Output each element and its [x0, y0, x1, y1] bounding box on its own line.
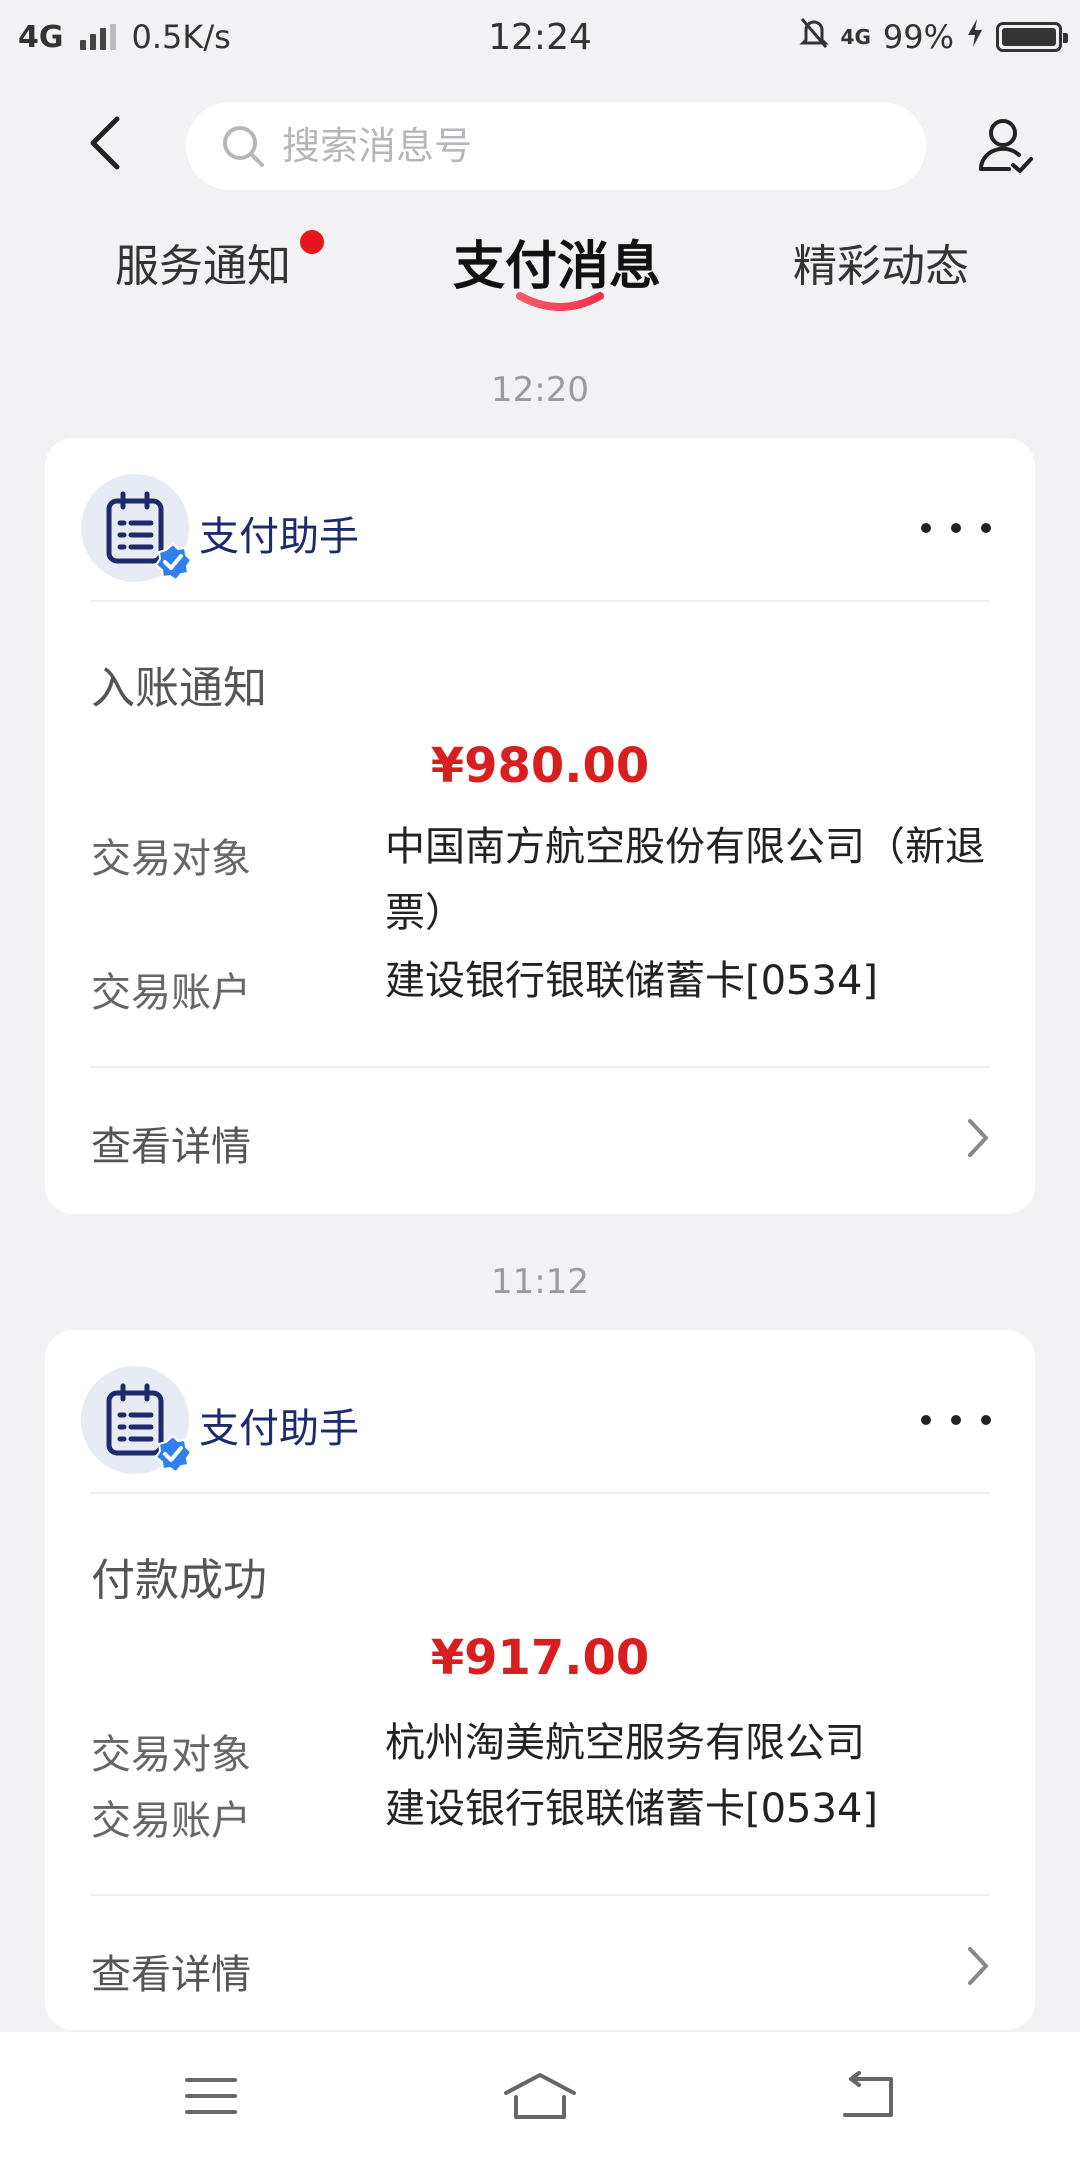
menu-icon — [185, 2078, 237, 2114]
contacts-button[interactable] — [965, 106, 1045, 186]
view-details-label: 查看详情 — [91, 1124, 251, 1170]
search-input[interactable] — [282, 124, 882, 168]
counterparty-label: 交易对象 — [91, 836, 251, 882]
divider — [90, 600, 990, 602]
signal-icon — [79, 24, 116, 50]
dot — [921, 1415, 931, 1425]
notification-title: 付款成功 — [91, 1555, 267, 1606]
card-header: 支付助手 — [45, 438, 1035, 600]
notification-title: 入账通知 — [91, 663, 267, 714]
card-header: 支付助手 — [45, 1330, 1035, 1492]
account-value: 建设银行银联储蓄卡[0534] — [385, 1786, 879, 1832]
more-options-button[interactable] — [921, 508, 991, 548]
back-nav-button[interactable] — [822, 2058, 912, 2134]
charging-icon — [966, 18, 984, 56]
verified-badge-icon — [154, 542, 193, 582]
search-icon — [223, 126, 264, 167]
chevron-left-icon — [90, 116, 120, 170]
network-type-right: 4G — [840, 25, 871, 49]
dot — [951, 1415, 961, 1425]
home-button[interactable] — [495, 2058, 585, 2134]
header — [0, 90, 1080, 202]
recent-apps-button[interactable] — [166, 2058, 256, 2134]
battery-percent: 99% — [882, 18, 954, 56]
message-time: 12:20 — [491, 370, 589, 410]
system-navigation-bar — [0, 2032, 1080, 2160]
transaction-amount: ¥917.00 — [430, 1630, 650, 1686]
user-check-icon — [978, 119, 1033, 173]
back-button[interactable] — [70, 108, 140, 178]
tab-highlights[interactable]: 精彩动态 — [793, 230, 969, 294]
message-card: 支付助手 付款成功 ¥917.00 交易对象 杭州淘美航空服务有限公司 交易账户… — [45, 1330, 1035, 2030]
chevron-right-icon — [968, 1947, 988, 1985]
counterparty-value: 中国南方航空股份有限公司（新退票） — [385, 824, 985, 936]
tab-bar: 服务通知 支付消息 精彩动态 — [0, 220, 1080, 330]
status-right: 4G 99% — [798, 16, 1068, 58]
account-label: 交易账户 — [91, 970, 251, 1016]
dot — [921, 523, 931, 533]
counterparty-value: 杭州淘美航空服务有限公司 — [385, 1720, 865, 1766]
dot — [951, 523, 961, 533]
network-type: 4G — [18, 19, 64, 55]
home-icon — [504, 2073, 576, 2119]
view-details-link[interactable]: 查看详情 — [45, 1068, 1035, 1208]
sender-name[interactable]: 支付助手 — [199, 1396, 359, 1454]
mute-bell-icon — [798, 16, 829, 58]
verified-badge-icon — [154, 1434, 193, 1474]
unread-dot — [300, 230, 324, 254]
dot — [981, 523, 991, 533]
more-options-button[interactable] — [921, 1400, 991, 1440]
account-label: 交易账户 — [91, 1798, 251, 1844]
message-time: 11:12 — [491, 1262, 589, 1302]
counterparty-label: 交易对象 — [91, 1732, 251, 1778]
message-card: 支付助手 入账通知 ¥980.00 交易对象 中国南方航空股份有限公司（新退票）… — [45, 438, 1035, 1214]
view-details-label: 查看详情 — [91, 1952, 251, 1998]
divider — [90, 1492, 990, 1494]
battery-icon — [996, 22, 1068, 52]
chevron-right-icon — [968, 1119, 988, 1157]
account-value: 建设银行银联储蓄卡[0534] — [385, 958, 879, 1004]
active-tab-indicator — [516, 292, 604, 311]
transaction-amount: ¥980.00 — [430, 738, 650, 794]
network-speed: 0.5K/s — [131, 18, 231, 56]
search-bar[interactable] — [186, 102, 926, 190]
status-bar: 4G 0.5K/s 12:24 4G 99% — [0, 0, 1080, 74]
view-details-link[interactable]: 查看详情 — [45, 1896, 1035, 2036]
tab-service-notifications[interactable]: 服务通知 — [115, 230, 291, 294]
sender-name[interactable]: 支付助手 — [199, 504, 359, 562]
status-left: 4G 0.5K/s — [18, 18, 231, 56]
back-return-icon — [843, 2071, 893, 2117]
dot — [981, 1415, 991, 1425]
